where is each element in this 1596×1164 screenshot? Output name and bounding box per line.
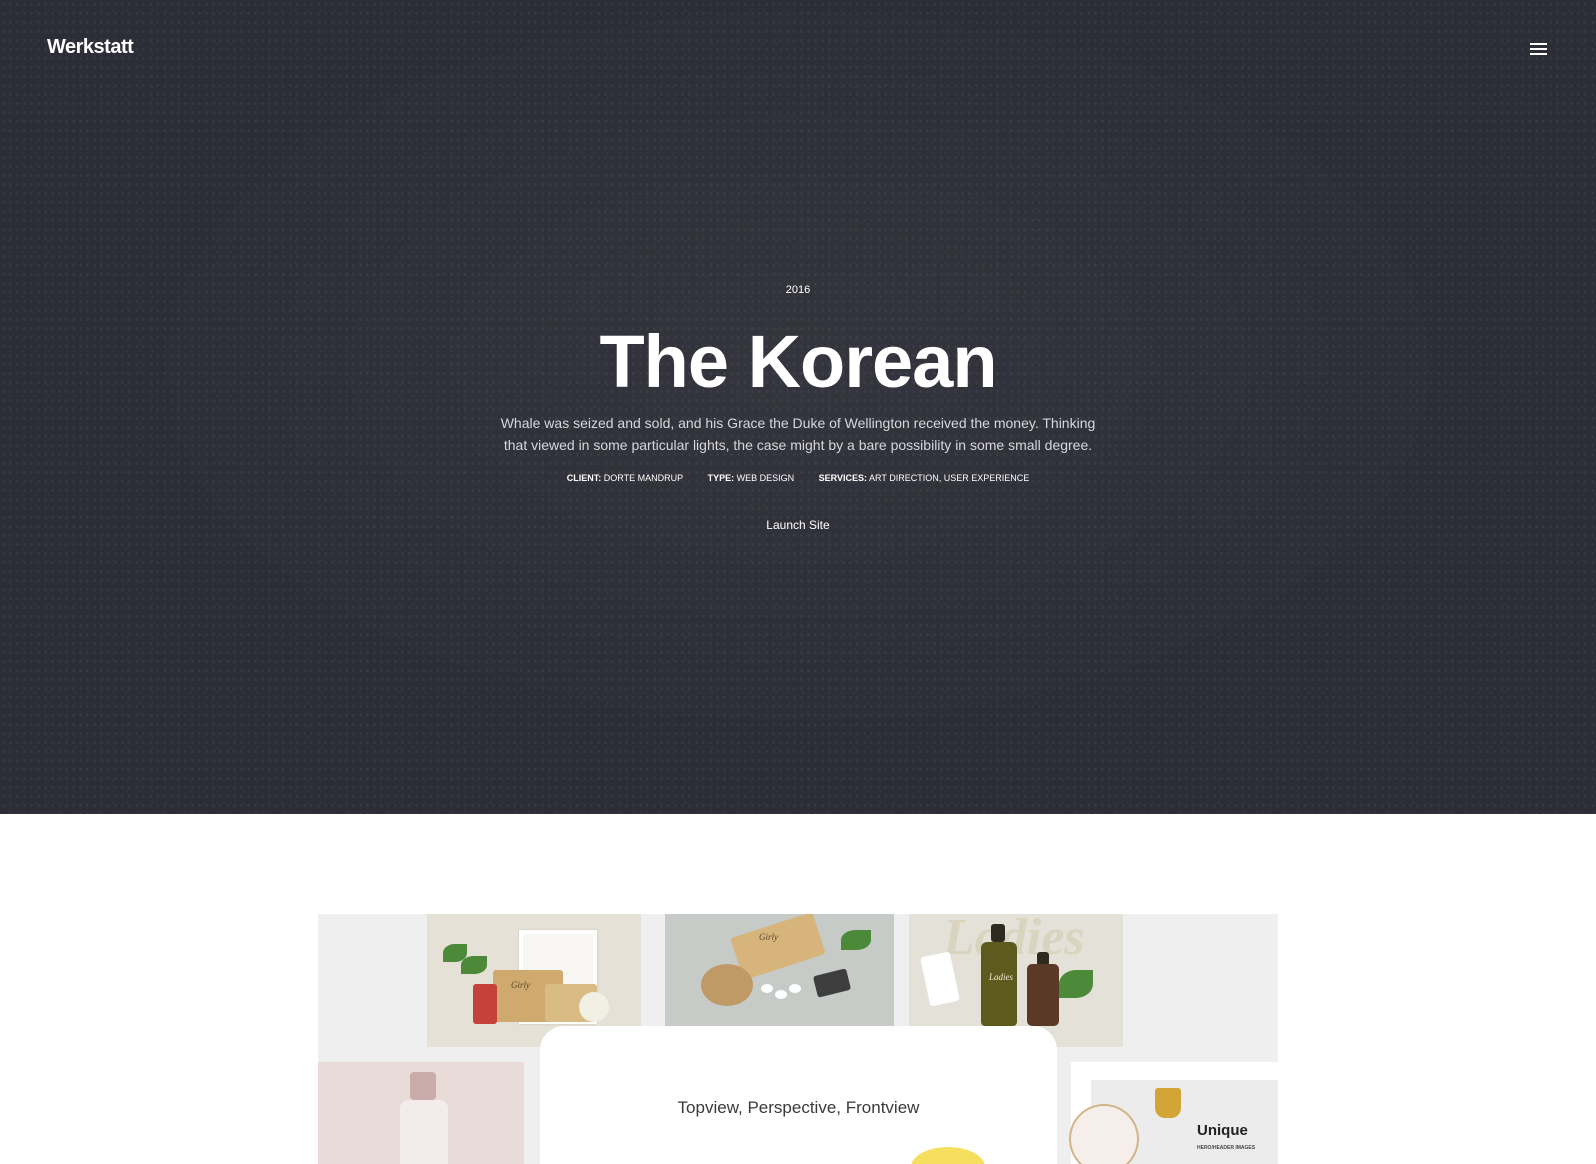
launch-site-wrapper: Launch Site <box>0 516 1596 534</box>
menu-line <box>1530 53 1547 55</box>
leaf <box>1059 970 1093 998</box>
meta-type-value: WEB DESIGN <box>736 473 795 483</box>
wood-slice <box>701 964 753 1006</box>
meta-type: TYPE: WEB DESIGN <box>708 473 795 483</box>
project-description: Whale was seized and sold, and his Grace… <box>500 415 1096 453</box>
bottle-large <box>981 942 1017 1026</box>
meta-client: CLIENT: DORTE MANDRUP <box>567 473 683 483</box>
meta-services: SERVICES: ART DIRECTION, USER EXPERIENCE <box>819 473 1030 483</box>
mockup-tile-wood: Girly <box>665 914 894 1026</box>
hamburger-menu-icon[interactable] <box>1530 43 1550 57</box>
gold-cup <box>1155 1088 1181 1118</box>
menu-line <box>1530 43 1547 45</box>
pebble <box>761 984 773 993</box>
girly-label: Girly <box>511 980 530 990</box>
yellow-badge <box>911 1147 985 1164</box>
cosmetic-bottle <box>400 1100 448 1164</box>
project-year: 2016 <box>785 284 811 296</box>
meta-services-label: SERVICES: <box>818 473 868 483</box>
girly-label-2: Girly <box>759 932 778 942</box>
pebble <box>775 990 787 999</box>
red-package <box>473 984 497 1024</box>
meta-client-value: DORTE MANDRUP <box>603 473 684 483</box>
pebble <box>789 984 801 993</box>
site-logo[interactable]: Werkstatt <box>47 36 134 59</box>
project-meta: CLIENT: DORTE MANDRUP TYPE: WEB DESIGN S… <box>0 473 1596 483</box>
showcase-card: Topview, Perspective, Frontview <box>540 1026 1057 1164</box>
bottle-pump <box>991 924 1005 942</box>
flower <box>579 992 609 1022</box>
showcase-card-title: Topview, Perspective, Frontview <box>677 1098 920 1117</box>
mockup-tile-cosmetic <box>318 1062 524 1164</box>
unique-subtitle: HERO/HEADER IMAGES <box>1197 1145 1256 1151</box>
business-card <box>812 968 852 998</box>
ladies-label: Ladies <box>989 972 1014 982</box>
launch-site-link[interactable]: Launch Site <box>766 518 829 532</box>
leaf <box>841 930 871 950</box>
meta-client-label: CLIENT: <box>566 473 602 483</box>
hero-section: Werkstatt 2016 The Korean Whale was seiz… <box>0 0 1596 814</box>
project-title: The Korean <box>599 320 997 403</box>
meta-services-value: ART DIRECTION, USER EXPERIENCE <box>869 473 1030 483</box>
project-showcase-image: Girly Girly Ladies Ladies Unique HERO/HE… <box>318 914 1278 1164</box>
menu-line <box>1530 48 1547 50</box>
plate <box>1071 1106 1137 1164</box>
unique-title: Unique <box>1197 1122 1248 1139</box>
meta-type-label: TYPE: <box>707 473 735 483</box>
bottle-cap <box>410 1072 436 1100</box>
plant-leaf <box>461 956 487 974</box>
bottle-small <box>1027 964 1059 1026</box>
mockup-tile-unique: Unique HERO/HEADER IMAGES <box>1071 1062 1278 1164</box>
